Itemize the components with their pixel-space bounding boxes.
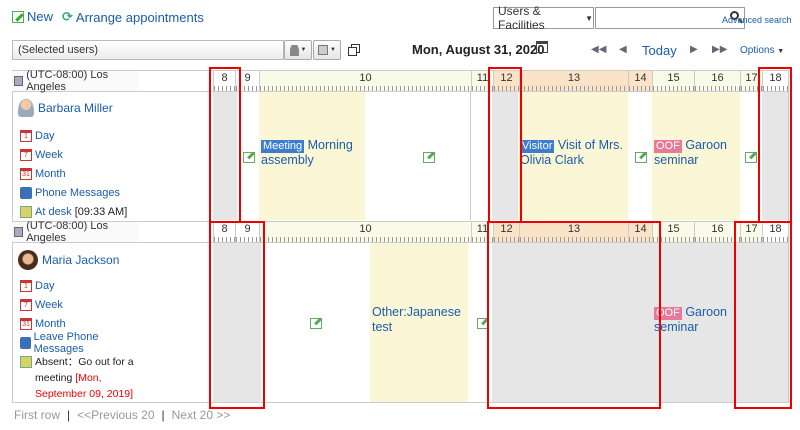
previous-week-icon[interactable]: ◀◀ <box>591 44 606 55</box>
user-maria-jackson: Maria Jackson 1 Day 7 Week 31 Month Leave P… <box>12 247 138 402</box>
presence-icon <box>20 356 32 368</box>
presence-status: Absent：Go out for a meeting [Mon, Septem… <box>20 354 140 402</box>
month-view-link[interactable]: 31 Month <box>20 164 138 183</box>
search-scope-select[interactable]: Users & Facilities ▼ <box>493 4 594 32</box>
pager: First row | <<Previous 20 | Next 20 >> <box>14 408 231 422</box>
timezone-label: (UTC-08:00) Los Angeles <box>12 220 138 244</box>
user-barbara-miller: Barbara Miller 1 Day 7 Week 31 Month Phone … <box>12 96 138 221</box>
hour-14: 14 <box>628 71 652 91</box>
add-appointment-icon[interactable] <box>635 152 647 163</box>
chevron-down-icon: ▼ <box>777 48 785 55</box>
user-name-link[interactable]: Barbara Miller <box>38 101 113 115</box>
phone-messages-link[interactable]: Phone Messages <box>20 183 138 202</box>
person-icon <box>289 44 299 56</box>
visitor-tag: Visitor <box>520 140 555 153</box>
chevron-down-icon: ▼ <box>300 47 307 53</box>
presence-icon <box>20 205 32 218</box>
calendar-icon[interactable] <box>536 41 548 53</box>
highlight-box <box>758 67 792 223</box>
arrange-appointments-button[interactable]: ⟳ Arrange appointments <box>62 9 204 25</box>
user-picker-button[interactable]: ▼ <box>284 40 312 60</box>
next-page-link[interactable]: Next 20 >> <box>172 408 231 422</box>
calendar-week-icon: 7 <box>20 148 32 161</box>
presence-status: At desk [09:33 AM] <box>20 202 138 221</box>
new-label: New <box>27 9 54 24</box>
highlight-box <box>488 67 522 223</box>
previous-page-link[interactable]: <<Previous 20 <box>77 408 154 422</box>
appointment-morning-assembly[interactable]: Meeting Morning assembly <box>259 92 365 220</box>
calendar-month-icon: 31 <box>20 317 32 330</box>
highlight-box <box>209 221 265 409</box>
phone-icon <box>20 186 32 199</box>
week-view-link[interactable]: 7 Week <box>20 295 138 314</box>
org-chart-icon <box>318 45 329 55</box>
options-menu[interactable]: Options ▼ <box>740 45 784 56</box>
new-window-icon[interactable] <box>348 44 360 56</box>
next-day-icon[interactable]: ▶ <box>690 44 698 55</box>
new-button[interactable]: New <box>12 9 53 24</box>
calendar-day-icon: 1 <box>20 129 32 142</box>
add-appointment-icon[interactable] <box>423 152 435 163</box>
add-appointment-icon[interactable] <box>243 152 255 163</box>
user-name-link[interactable]: Maria Jackson <box>42 253 119 267</box>
globe-icon <box>14 227 24 237</box>
today-link[interactable]: Today <box>642 43 677 58</box>
highlight-box <box>487 221 661 409</box>
calendar-day-icon: 1 <box>20 279 32 292</box>
hour-15: 15 <box>652 71 694 91</box>
new-icon <box>12 10 24 23</box>
day-view-link[interactable]: 1 Day <box>20 126 138 145</box>
current-date: Mon, August 31, 2020 <box>412 42 545 57</box>
hour-13: 13 <box>519 71 628 91</box>
first-row-link[interactable]: First row <box>14 408 60 422</box>
phone-icon <box>20 336 31 349</box>
add-appointment-icon[interactable] <box>310 318 322 329</box>
options-label: Options <box>740 45 775 56</box>
selected-users-label: (Selected users) <box>18 44 99 56</box>
appointment-garoon-seminar[interactable]: OOF Garoon seminar <box>652 92 740 220</box>
presence-status-link[interactable]: At desk <box>35 206 72 218</box>
chevron-down-icon: ▼ <box>330 47 336 53</box>
calendar-week-icon: 7 <box>20 298 32 311</box>
org-picker-button[interactable]: ▼ <box>313 40 341 60</box>
search-scope-label: Users & Facilities <box>498 4 545 32</box>
globe-icon <box>14 76 24 86</box>
hour-16: 16 <box>694 71 740 91</box>
day-view-link[interactable]: 1 Day <box>20 276 138 295</box>
appointment-japanese-test[interactable]: Other:Japanese test <box>370 243 468 402</box>
leave-phone-messages-link[interactable]: Leave Phone Messages <box>20 331 138 355</box>
avatar <box>18 99 34 117</box>
selected-users-dropdown[interactable]: (Selected users) <box>12 40 284 60</box>
avatar <box>18 250 38 270</box>
chevron-down-icon: ▼ <box>585 13 593 23</box>
appointment-visit-olivia-clark[interactable]: Visitor Visit of Mrs. Olivia Clark <box>518 92 628 220</box>
hour-10: 10 <box>259 222 471 242</box>
oof-tag: OOF <box>654 140 682 153</box>
advanced-search-link[interactable]: Advanced search <box>722 15 792 25</box>
hour-10: 10 <box>259 71 471 91</box>
appointment-garoon-seminar[interactable]: OOF Garoon seminar <box>652 243 742 402</box>
next-week-icon[interactable]: ▶▶ <box>712 44 727 55</box>
highlight-box <box>209 67 241 223</box>
arrange-icon: ⟳ <box>62 9 73 24</box>
add-appointment-icon[interactable] <box>745 152 757 163</box>
arrange-label: Arrange appointments <box>75 9 204 25</box>
calendar-month-icon: 31 <box>20 167 32 180</box>
timezone-label: (UTC-08:00) Los Angeles <box>12 69 138 93</box>
highlight-box <box>734 221 792 409</box>
week-view-link[interactable]: 7 Week <box>20 145 138 164</box>
previous-day-icon[interactable]: ◀ <box>619 44 627 55</box>
meeting-tag: Meeting <box>261 140 305 153</box>
